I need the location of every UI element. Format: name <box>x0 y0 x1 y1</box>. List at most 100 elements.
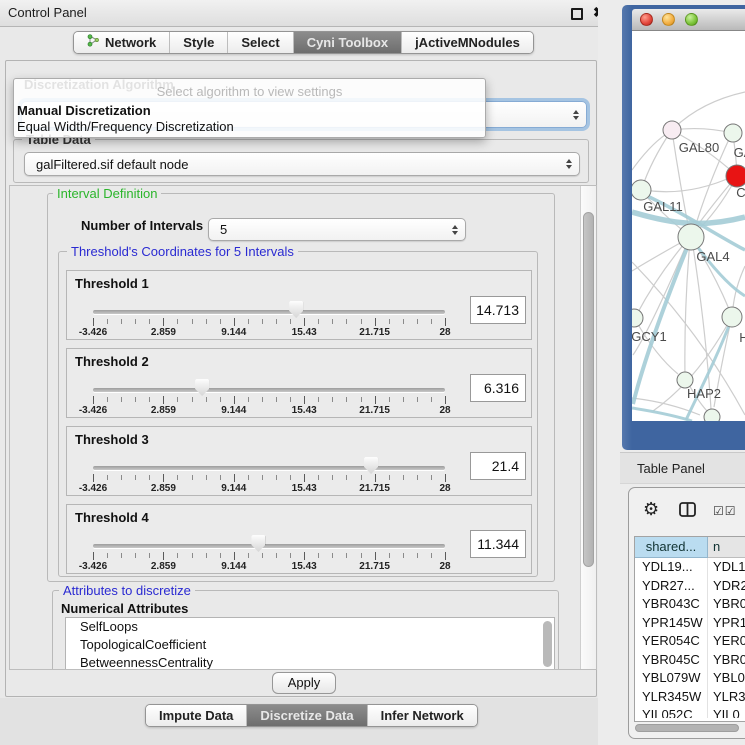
table-cell[interactable]: YER054C <box>635 632 708 651</box>
attributes-group-title: Attributes to discretize <box>59 583 195 598</box>
combo-stepper-icon[interactable] <box>452 225 458 235</box>
float-window-icon[interactable] <box>571 8 583 20</box>
network-node-h[interactable] <box>722 307 742 327</box>
column-header-shared-name[interactable]: shared... <box>635 537 708 558</box>
table-cell[interactable]: YPR145W <box>635 614 708 633</box>
network-node-gcy1[interactable] <box>632 309 643 327</box>
tab-select[interactable]: Select <box>228 32 293 53</box>
list-scrollbar[interactable] <box>543 621 552 667</box>
axis-tick-label: 28 <box>439 327 450 338</box>
network-window-titlebar[interactable] <box>632 9 745 31</box>
combo-stepper-icon[interactable] <box>573 110 579 120</box>
threshold-value-field[interactable]: 11.344 <box>470 530 526 558</box>
slider-tick <box>93 396 94 404</box>
tab-network[interactable]: Network <box>74 32 170 53</box>
table-cell[interactable]: YER0 <box>708 632 745 651</box>
slider-tick <box>403 553 404 558</box>
table-cell[interactable]: YBR0 <box>708 595 745 614</box>
mac-zoom-icon[interactable] <box>685 13 698 26</box>
attribute-item-topologicalcoefficient[interactable]: TopologicalCoefficient <box>66 636 554 654</box>
table-cell[interactable]: YIL0 <box>708 706 745 718</box>
table-row[interactable]: YBL079WYBL0 <box>635 669 745 688</box>
slider-tick <box>220 397 221 402</box>
slider-track[interactable] <box>93 388 445 392</box>
slider-tick <box>177 475 178 480</box>
attribute-item-betweennesscentrality[interactable]: BetweennessCentrality <box>66 654 554 670</box>
network-node-ga[interactable] <box>724 124 742 142</box>
slider-tick <box>417 397 418 402</box>
axis-tick-label: 2.859 <box>151 483 176 494</box>
tab-discretize-data[interactable]: Discretize Data <box>247 705 367 726</box>
dropdown-option-manual-discretization[interactable]: Manual Discretization <box>17 103 151 118</box>
tab-impute-data[interactable]: Impute Data <box>146 705 247 726</box>
slider-track[interactable] <box>93 544 445 548</box>
network-node-gal11[interactable] <box>632 180 651 200</box>
slider-thumb[interactable] <box>364 457 378 474</box>
tab-infer-network[interactable]: Infer Network <box>368 705 477 726</box>
table-row[interactable]: YER054CYER0 <box>635 632 745 651</box>
slider-tick <box>107 475 108 480</box>
slider-tick <box>121 475 122 480</box>
slider-thumb[interactable] <box>289 301 303 318</box>
slider-tick <box>276 553 277 558</box>
slider-thumb[interactable] <box>251 535 265 552</box>
dropdown-option-equal-width-frequency[interactable]: Equal Width/Frequency Discretization <box>17 119 234 134</box>
table-row[interactable]: YLR345WYLR3 <box>635 688 745 707</box>
columns-icon[interactable] <box>679 502 696 522</box>
mac-close-icon[interactable] <box>640 13 653 26</box>
table-row[interactable]: YBR043CYBR0 <box>635 595 745 614</box>
attribute-item-selfloops[interactable]: SelfLoops <box>66 618 554 636</box>
tab-style[interactable]: Style <box>170 32 228 53</box>
slider-tick <box>403 475 404 480</box>
checkboxes-icon[interactable]: ☑☑ <box>713 504 737 518</box>
slider-tick <box>332 475 333 480</box>
network-node-gal4[interactable] <box>678 224 704 250</box>
tab-jactivemnodules[interactable]: jActiveMNodules <box>402 32 533 53</box>
network-node-c[interactable] <box>726 165 745 187</box>
table-row[interactable]: YDL19...YDL1 <box>635 558 745 577</box>
combo-stepper-icon[interactable] <box>566 159 572 169</box>
slider-thumb[interactable] <box>195 379 209 396</box>
main-scrollbar-track[interactable] <box>580 186 596 669</box>
slider-tick <box>290 475 291 480</box>
slider-tick <box>403 319 404 324</box>
node-label: GAL4 <box>696 249 729 264</box>
table-hscrollbar-thumb[interactable] <box>635 724 739 732</box>
number-of-intervals-combo[interactable]: 5 <box>208 218 466 241</box>
table-row[interactable]: YIL052CYIL0 <box>635 706 745 718</box>
network-canvas[interactable]: GAL80GACGAL11GAL4GCY1HHAP2 <box>632 31 745 421</box>
table-row[interactable]: YDR27...YDR2 <box>635 577 745 596</box>
table-cell[interactable]: YBL079W <box>635 669 708 688</box>
gear-icon[interactable]: ⚙ <box>643 499 659 520</box>
column-header-name[interactable]: n <box>708 537 745 558</box>
slider-track[interactable] <box>93 466 445 470</box>
main-scrollbar-thumb[interactable] <box>583 212 594 567</box>
table-cell[interactable]: YDL1 <box>708 558 745 577</box>
network-node-partial[interactable] <box>704 409 720 421</box>
table-cell[interactable]: YBR045C <box>635 651 708 670</box>
apply-button[interactable]: Apply <box>272 672 336 694</box>
slider-tick <box>135 397 136 402</box>
threshold-value-field[interactable]: 6.316 <box>470 374 526 402</box>
table-cell[interactable]: YLR345W <box>635 688 708 707</box>
table-cell[interactable]: YLR3 <box>708 688 745 707</box>
table-cell[interactable]: YIL052C <box>635 706 708 718</box>
table-cell[interactable]: YDR2 <box>708 577 745 596</box>
table-row[interactable]: YBR045CYBR0 <box>635 651 745 670</box>
table-cell[interactable]: YBR0 <box>708 651 745 670</box>
slider-track[interactable] <box>93 310 445 314</box>
table-cell[interactable]: YBR043C <box>635 595 708 614</box>
slider-tick <box>177 319 178 324</box>
table-cell[interactable]: YDL19... <box>635 558 708 577</box>
table-row[interactable]: YPR145WYPR1 <box>635 614 745 633</box>
table-cell[interactable]: YPR1 <box>708 614 745 633</box>
tab-cyni-toolbox[interactable]: Cyni Toolbox <box>294 32 402 53</box>
table-data-combo[interactable]: galFiltered.sif default node <box>24 152 580 176</box>
table-cell[interactable]: YDR27... <box>635 577 708 596</box>
table-cell[interactable]: YBL0 <box>708 669 745 688</box>
slider-tick <box>163 318 164 326</box>
threshold-value-field[interactable]: 14.713 <box>470 296 526 324</box>
mac-minimize-icon[interactable] <box>662 13 675 26</box>
network-node-gal80[interactable] <box>663 121 681 139</box>
threshold-value-field[interactable]: 21.4 <box>470 452 526 480</box>
